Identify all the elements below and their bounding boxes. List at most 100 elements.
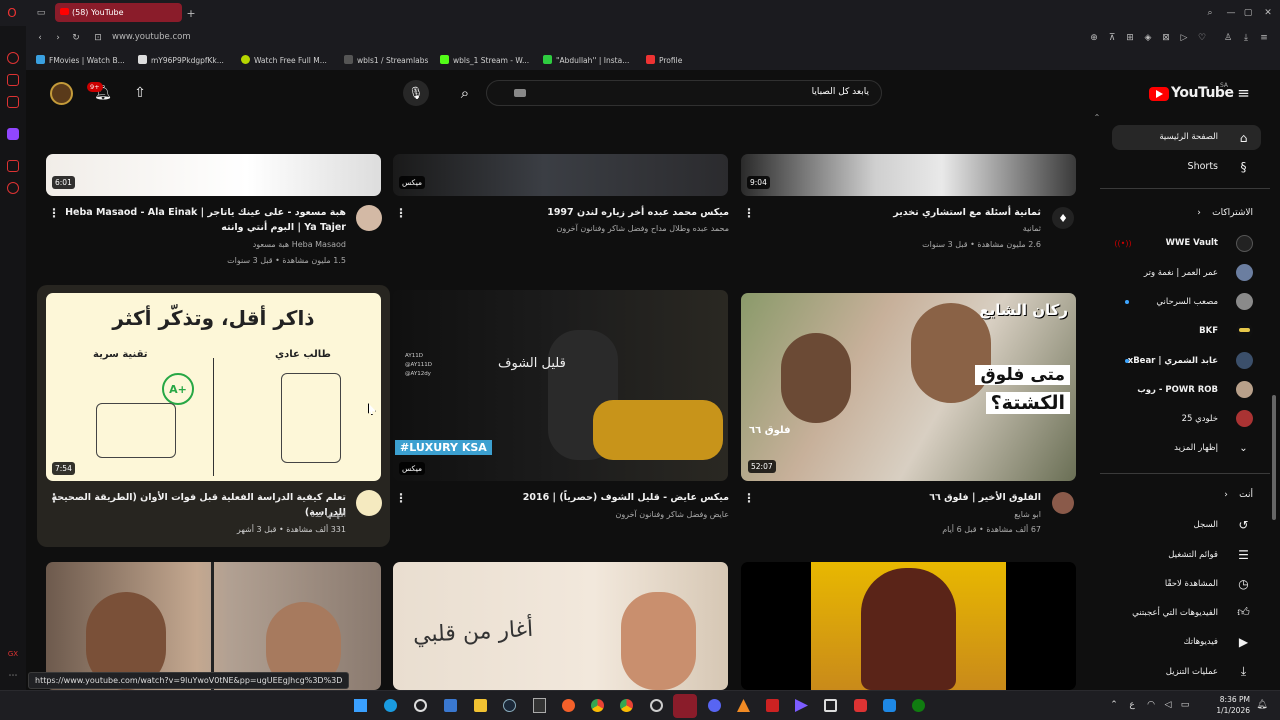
video-title[interactable]: ميكس محمد عبده أخر زياره لندن 1997 bbox=[409, 205, 729, 220]
bookmark-item[interactable]: "Abdullah'' | Insta... bbox=[543, 55, 629, 65]
video-thumbnail[interactable]: ذاكر أقل، وتذكّر أكثر تقنية سرية طالب عا… bbox=[46, 293, 381, 481]
clock-time[interactable]: 8:36 PM bbox=[1210, 695, 1250, 704]
video-thumbnail[interactable] bbox=[46, 562, 381, 690]
vpn-icon[interactable]: ⊠ bbox=[1160, 31, 1172, 45]
sidebar-item-sub[interactable]: روب - POWR ROB bbox=[1137, 385, 1218, 395]
app-icon[interactable] bbox=[883, 699, 896, 712]
github-icon[interactable] bbox=[650, 699, 663, 712]
sidebar-item-playlists[interactable]: قوائم التشغيل bbox=[1168, 550, 1218, 560]
video-thumbnail[interactable]: 6:01 bbox=[46, 154, 381, 196]
video-thumbnail[interactable] bbox=[741, 562, 1076, 690]
search-tabs-icon[interactable]: ⌕ bbox=[1204, 6, 1216, 20]
steam-icon[interactable] bbox=[503, 699, 516, 712]
video-thumbnail[interactable]: 9:04 bbox=[741, 154, 1076, 196]
forward-icon[interactable]: › bbox=[52, 31, 64, 45]
sidebar-item-sub[interactable]: خلودي 25 bbox=[1182, 414, 1218, 424]
channel-name[interactable]: ثمانية bbox=[1023, 224, 1041, 233]
channel-avatar[interactable] bbox=[1052, 492, 1074, 514]
bookmark-item[interactable]: Profile bbox=[646, 55, 682, 65]
sidebar-item-watch-later[interactable]: المشاهدة لاحقًا bbox=[1165, 579, 1218, 589]
hamburger-menu-icon[interactable]: ≡ bbox=[1235, 84, 1252, 102]
video-thumbnail[interactable]: أغار من قلبي bbox=[393, 562, 728, 690]
chrome-icon[interactable] bbox=[591, 699, 604, 712]
app-icon[interactable] bbox=[766, 699, 779, 712]
sidebar-item-sub[interactable]: xBear | عابد الشمري bbox=[1128, 356, 1218, 366]
settings-icon[interactable] bbox=[414, 699, 427, 712]
more-actions-icon[interactable]: ⋮ bbox=[743, 206, 755, 220]
sidebar-scrollbar[interactable] bbox=[1272, 395, 1276, 520]
back-icon[interactable]: ‹ bbox=[34, 31, 46, 45]
channel-avatar[interactable] bbox=[356, 490, 382, 516]
store-icon[interactable] bbox=[444, 699, 457, 712]
sidebar-item-liked[interactable]: الفيديوهات التي أعجبتني bbox=[1132, 608, 1218, 618]
channel-name[interactable]: عايض وفضل شاكر وفنانون آخرون bbox=[615, 510, 729, 519]
pinboard-icon[interactable] bbox=[7, 160, 19, 172]
voice-search-button[interactable]: 🎙︎ bbox=[403, 80, 429, 106]
shield-icon[interactable]: ◈ bbox=[1142, 31, 1154, 45]
sidebar-item-sub[interactable]: عمر العمر | نغمة وتر bbox=[1144, 268, 1218, 278]
snapshot-icon[interactable]: ⊞ bbox=[1124, 31, 1136, 45]
minimize-icon[interactable]: — bbox=[1225, 6, 1237, 20]
keyboard-icon[interactable] bbox=[514, 89, 526, 97]
more-actions-icon[interactable]: ⋮ bbox=[48, 491, 60, 505]
account-icon[interactable]: ♙ bbox=[1222, 31, 1234, 45]
channel-name[interactable]: ابو شايع bbox=[1014, 510, 1041, 519]
video-thumbnail[interactable]: قليل الشوف AY11D @AY111D @AY12dy #LUXURY… bbox=[393, 290, 728, 481]
opera-logo-icon[interactable]: O bbox=[4, 6, 20, 20]
app-icon[interactable] bbox=[824, 699, 837, 712]
discord-icon[interactable] bbox=[708, 699, 721, 712]
opera-gx-active-icon[interactable] bbox=[673, 694, 697, 718]
menu-icon[interactable]: ≡ bbox=[1258, 31, 1270, 45]
new-tab-icon[interactable]: + bbox=[185, 6, 197, 20]
url-field[interactable]: www.youtube.com bbox=[112, 32, 191, 42]
wifi-icon[interactable]: ◠ bbox=[1145, 699, 1157, 711]
sidebar-item-shorts[interactable]: Shorts bbox=[1188, 161, 1218, 172]
volume-icon[interactable]: ◁ bbox=[1162, 699, 1174, 711]
search-icon[interactable]: ⌕ bbox=[455, 83, 475, 103]
pin-icon[interactable]: ⊼ bbox=[1106, 31, 1118, 45]
soundcloud-icon[interactable] bbox=[562, 699, 575, 712]
messenger-icon[interactable] bbox=[7, 96, 19, 108]
sidebar-item-sub[interactable]: BKF bbox=[1199, 326, 1218, 336]
tab-youtube[interactable]: (58) YouTube bbox=[55, 3, 182, 22]
clock-date[interactable]: 1/1/2026 bbox=[1210, 706, 1250, 715]
start-icon[interactable] bbox=[354, 699, 367, 712]
speed-dial-icon[interactable] bbox=[7, 52, 19, 64]
video-thumbnail[interactable]: ركان الشايع متى فلوق الكشتة؟ فلوق ٦٦ 52:… bbox=[741, 293, 1076, 481]
you-header[interactable]: أنت bbox=[1239, 490, 1253, 500]
notification-bell-icon[interactable]: 🔔︎ bbox=[1256, 699, 1268, 711]
video-title[interactable]: ميكس عايض - قليل الشوف (حصرياً) | 2016 bbox=[409, 490, 729, 505]
close-icon[interactable]: ✕ bbox=[1262, 6, 1274, 20]
more-actions-icon[interactable]: ⋮ bbox=[48, 206, 60, 220]
more-actions-icon[interactable]: ⋮ bbox=[395, 206, 407, 220]
channel-name[interactable]: محمد عبده وطلال مداح وفضل شاكر وفنانون آ… bbox=[557, 224, 729, 233]
search-input[interactable]: يابعد كل الصبايا bbox=[486, 80, 882, 106]
channel-avatar[interactable]: ♦ bbox=[1052, 207, 1074, 229]
epic-games-icon[interactable] bbox=[533, 698, 546, 713]
reload-icon[interactable]: ↻ bbox=[70, 31, 82, 45]
zoom-icon[interactable]: ⊕ bbox=[1088, 31, 1100, 45]
chrome-icon[interactable] bbox=[620, 699, 633, 712]
sidebar-item-sub[interactable]: مصعب السرحاني bbox=[1156, 297, 1218, 307]
upload-icon[interactable]: ⇧ bbox=[130, 83, 150, 103]
battery-icon[interactable]: ▭ bbox=[1179, 699, 1191, 711]
more-actions-icon[interactable]: ⋮ bbox=[395, 491, 407, 505]
file-explorer-icon[interactable] bbox=[474, 699, 487, 712]
vlc-icon[interactable] bbox=[737, 699, 750, 712]
video-title[interactable]: ثمانية أسئلة مع استشاري تخدير bbox=[721, 205, 1041, 220]
edge-icon[interactable] bbox=[384, 699, 397, 712]
avatar[interactable] bbox=[50, 82, 73, 105]
maximize-icon[interactable]: ▢ bbox=[1242, 6, 1254, 20]
sidebar-item-history[interactable]: السجل bbox=[1194, 520, 1218, 530]
channel-name[interactable]: افهمها كده bbox=[311, 510, 346, 519]
channel-name[interactable]: Heba Masaod هبة مسعود bbox=[253, 240, 346, 249]
xbox-icon[interactable] bbox=[912, 699, 925, 712]
gx-icon[interactable]: GX bbox=[5, 648, 21, 660]
bookmark-item[interactable]: wbls_1 Stream - W... bbox=[440, 55, 529, 65]
more-actions-icon[interactable]: ⋮ bbox=[743, 491, 755, 505]
bookmark-item[interactable]: wbls1 / Streamlabs bbox=[344, 55, 428, 65]
sidebar-item-wwe-vault[interactable]: WWE Vault bbox=[1166, 238, 1218, 248]
video-title[interactable]: هبة مسعود - على عينك ياتاجر | Heba Masao… bbox=[56, 205, 346, 235]
workspaces-icon[interactable]: ▭ bbox=[34, 6, 48, 20]
channel-avatar[interactable] bbox=[356, 205, 382, 231]
